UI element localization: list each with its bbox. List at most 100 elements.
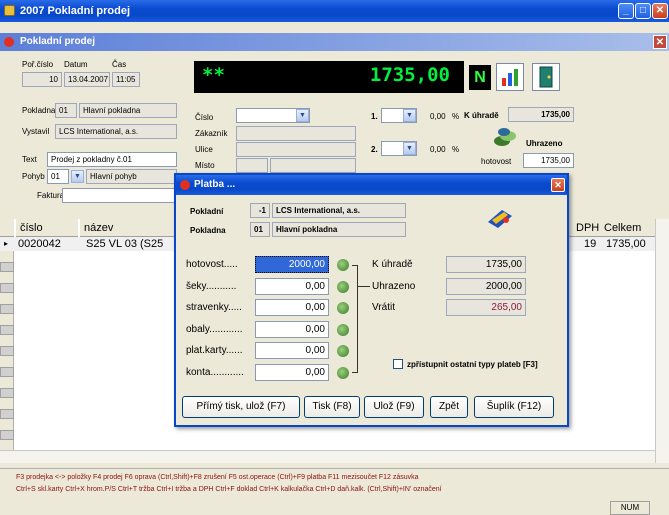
grid-corner	[0, 219, 14, 237]
row-celkem: 1735,00	[606, 238, 646, 250]
row-nazev: S25 VL 03 (S25	[86, 238, 164, 250]
cas-field: 11:05	[112, 72, 140, 87]
row-marker	[0, 409, 14, 419]
dialog-pokladna-name: Hlavní pokladna	[272, 222, 406, 237]
other-payments-checkbox[interactable]	[393, 359, 403, 369]
summary-hotovost[interactable]: 1735,00	[523, 153, 574, 168]
payment-obaly-label: obaly............	[186, 324, 243, 335]
faktura-label: Faktura	[37, 191, 65, 200]
pohyb-code[interactable]: 01	[47, 169, 69, 184]
discount2-dropdown-icon[interactable]: ▼	[403, 142, 416, 155]
coin-icon[interactable]	[337, 302, 349, 314]
drawer-button[interactable]: Šuplík (F12)	[474, 396, 554, 418]
pokladna-label: Pokladna	[22, 106, 56, 115]
coin-icon[interactable]	[337, 259, 349, 271]
vystavil-field: LCS International, a.s.	[55, 124, 177, 139]
discount2-value: 0,00	[430, 145, 446, 154]
app-icon	[4, 5, 15, 16]
text-input[interactable]: Prodej z pokladny č.01	[47, 152, 177, 167]
payment-stravenky-label: stravenky.....	[186, 302, 242, 313]
other-payments-label: zpřístupnit ostatní typy plateb [F3]	[407, 360, 538, 369]
coins-icon	[492, 127, 518, 149]
dialog-k-uhrade: 1735,00	[446, 256, 526, 273]
discount1-percent: %	[452, 112, 460, 121]
vystavil-label: Vystavil	[22, 127, 50, 136]
minimize-button[interactable]: _	[618, 3, 634, 19]
lcd-stars: **	[202, 64, 225, 86]
pohyb-name: Hlavní pohyb	[86, 169, 177, 184]
row-marker	[0, 430, 14, 440]
vertical-scrollbar[interactable]	[655, 219, 669, 463]
window-title: 2007 Pokladní prodej	[20, 5, 131, 17]
datum-field: 13.04.2007	[64, 72, 110, 87]
payment-stravenky-input[interactable]: 0,00	[255, 299, 329, 316]
misto-label: Místo	[195, 161, 215, 170]
save-button[interactable]: Ulož (F9)	[364, 396, 424, 418]
chart-icon[interactable]	[496, 63, 524, 91]
payment-konta-label: konta............	[186, 367, 244, 378]
ulice-label: Ulice	[195, 145, 213, 154]
dialog-pokladni-label: Pokladní	[190, 207, 224, 216]
payment-hotovost-input[interactable]: 2000,00	[255, 256, 329, 273]
print-button[interactable]: Tisk (F8)	[304, 396, 360, 418]
payment-platkarty-input[interactable]: 0,00	[255, 342, 329, 359]
horizontal-scrollbar[interactable]	[0, 450, 655, 463]
faktura-input[interactable]	[62, 188, 177, 203]
payment-konta-input[interactable]: 0,00	[255, 364, 329, 381]
discount2-percent: %	[452, 145, 460, 154]
row-cislo: 0020042	[18, 238, 61, 250]
misto-field	[270, 158, 356, 173]
dialog-vratit: 265,00	[446, 299, 526, 316]
payment-platkarty-label: plat.karty......	[186, 345, 243, 356]
mode-indicator: N	[469, 65, 491, 90]
dialog-k-uhrade-label: K úhradě	[372, 259, 413, 270]
coin-icon[interactable]	[337, 367, 349, 379]
row-marker	[0, 283, 14, 293]
shortcut-line-2: Ctrl+S skl.karty Ctrl+X hrom.P/S Ctrl+T …	[16, 486, 442, 493]
customer-dropdown-icon[interactable]: ▼	[296, 109, 309, 122]
payment-seky-label: šeky...........	[186, 281, 237, 292]
zakaznik-field	[236, 126, 356, 141]
discount1-dropdown-icon[interactable]: ▼	[403, 109, 416, 122]
row-marker	[0, 262, 14, 272]
print-save-button[interactable]: Přímý tisk, ulož (F7)	[182, 396, 300, 418]
column-header-cislo[interactable]: číslo	[16, 219, 78, 237]
row-dph: 19	[584, 238, 597, 250]
dialog-vratit-label: Vrátit	[372, 302, 395, 313]
coin-icon[interactable]	[337, 324, 349, 336]
datum-label: Datum	[64, 60, 88, 69]
dialog-pokladna-label: Pokladna	[190, 226, 226, 235]
back-button[interactable]: Zpět	[430, 396, 468, 418]
por-cislo-field: 10	[22, 72, 62, 87]
payment-seky-input[interactable]: 0,00	[255, 278, 329, 295]
row-marker	[0, 388, 14, 398]
dialog-title: Platba ...	[194, 179, 236, 190]
discount1-value: 0,00	[430, 112, 446, 121]
row-marker	[0, 304, 14, 314]
row-marker	[0, 367, 14, 377]
payment-obaly-input[interactable]: 0,00	[255, 321, 329, 338]
pokladna-name: Hlavní pokladna	[79, 103, 177, 118]
current-row-marker-icon: ▸	[4, 239, 9, 248]
subwindow-close-button[interactable]: ✕	[653, 35, 667, 49]
column-header-celkem[interactable]: Celkem	[600, 219, 655, 237]
column-header-dph[interactable]: DPH	[576, 219, 600, 237]
status-bar: F3 prodejka <-> položky F4 prodej F6 opr…	[0, 468, 669, 515]
dialog-close-button[interactable]: ✕	[551, 178, 565, 192]
shortcut-line-1: F3 prodejka <-> položky F4 prodej F6 opr…	[16, 474, 419, 481]
dialog-uhrazeno: 2000,00	[446, 278, 526, 295]
dialog-pokladna-code: 01	[250, 222, 270, 237]
exit-door-icon[interactable]	[532, 63, 560, 91]
por-cislo-label: Poř.číslo	[22, 60, 54, 69]
cislo-label: Číslo	[195, 113, 214, 122]
maximize-button[interactable]: □	[635, 3, 651, 19]
pokladna-code: 01	[55, 103, 77, 118]
zakaznik-label: Zákazník	[195, 129, 228, 138]
subwindow-icon	[4, 37, 14, 47]
coin-icon[interactable]	[337, 281, 349, 293]
coin-icon[interactable]	[337, 345, 349, 357]
pohyb-dropdown-icon[interactable]: ▼	[71, 170, 84, 183]
close-button[interactable]: ✕	[652, 3, 668, 19]
subwindow-title-bar: Pokladní prodej ✕	[0, 33, 669, 51]
summary-uhrazeno-label: Uhrazeno	[526, 139, 563, 148]
